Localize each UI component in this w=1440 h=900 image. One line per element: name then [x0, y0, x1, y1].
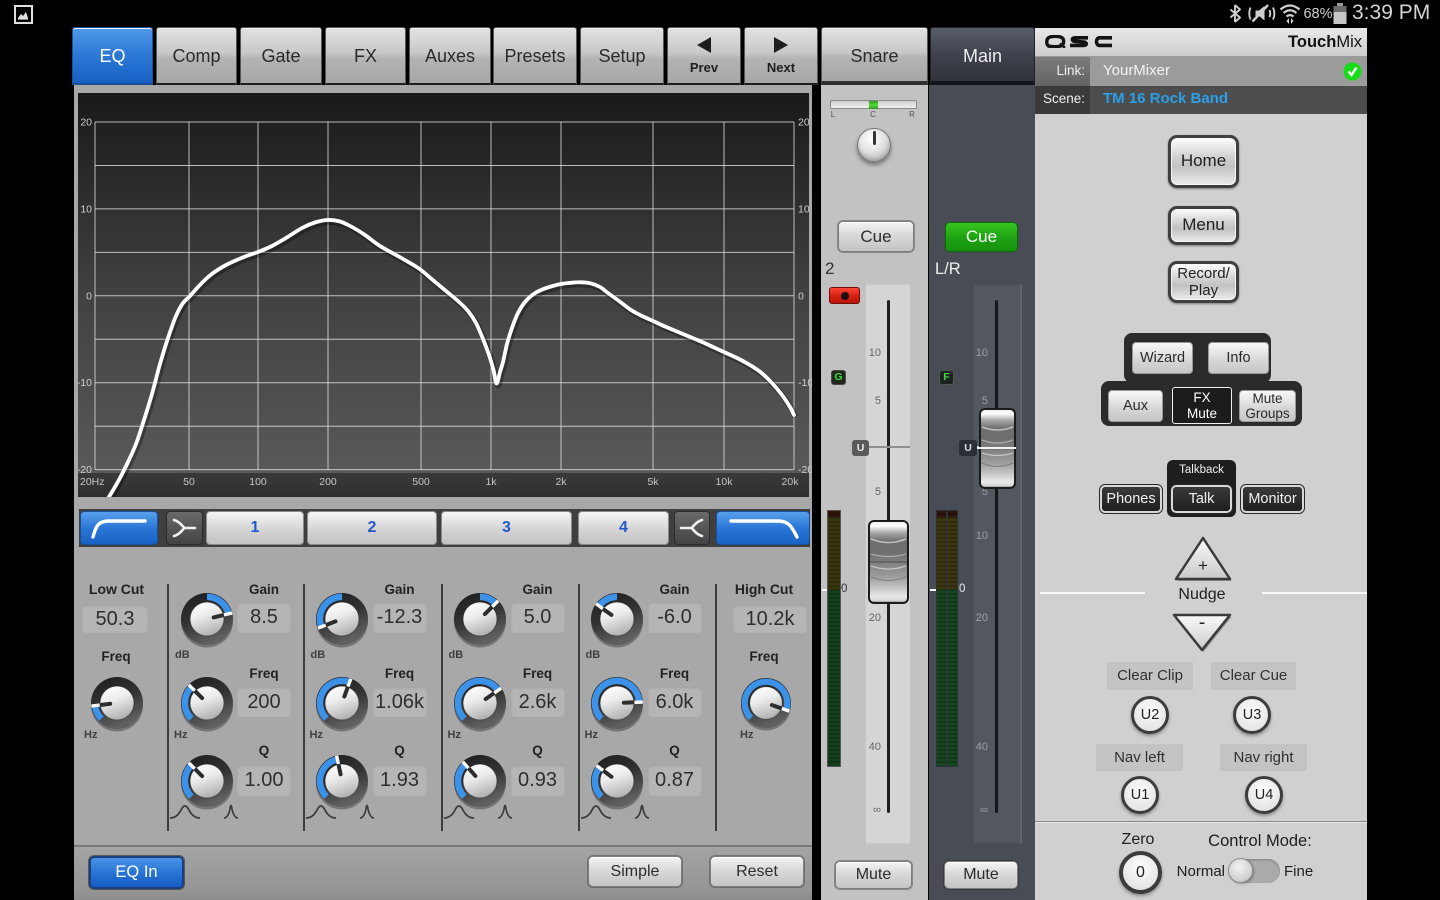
svg-text:-20: -20 — [798, 464, 812, 476]
svg-text:2k: 2k — [555, 476, 567, 488]
svg-text:10: 10 — [80, 203, 92, 215]
svg-text:-20: -20 — [78, 464, 92, 476]
svg-text:-10: -10 — [78, 377, 92, 389]
svg-text:-10: -10 — [798, 377, 812, 389]
svg-text:10k: 10k — [716, 476, 734, 488]
svg-text:20: 20 — [798, 117, 810, 129]
svg-text:-: - — [1199, 613, 1205, 634]
svg-text:5k: 5k — [647, 476, 659, 488]
svg-text:1k: 1k — [485, 476, 497, 488]
svg-text:20: 20 — [80, 117, 92, 129]
svg-text:100: 100 — [249, 476, 267, 488]
svg-text:20Hz: 20Hz — [80, 476, 105, 488]
svg-text:+: + — [1198, 556, 1208, 575]
svg-text:50: 50 — [183, 476, 195, 488]
svg-text:500: 500 — [412, 476, 430, 488]
svg-text:20k: 20k — [782, 476, 800, 488]
svg-text:0: 0 — [86, 290, 92, 302]
svg-text:0: 0 — [798, 290, 804, 302]
svg-text:200: 200 — [319, 476, 337, 488]
svg-text:10: 10 — [798, 203, 810, 215]
